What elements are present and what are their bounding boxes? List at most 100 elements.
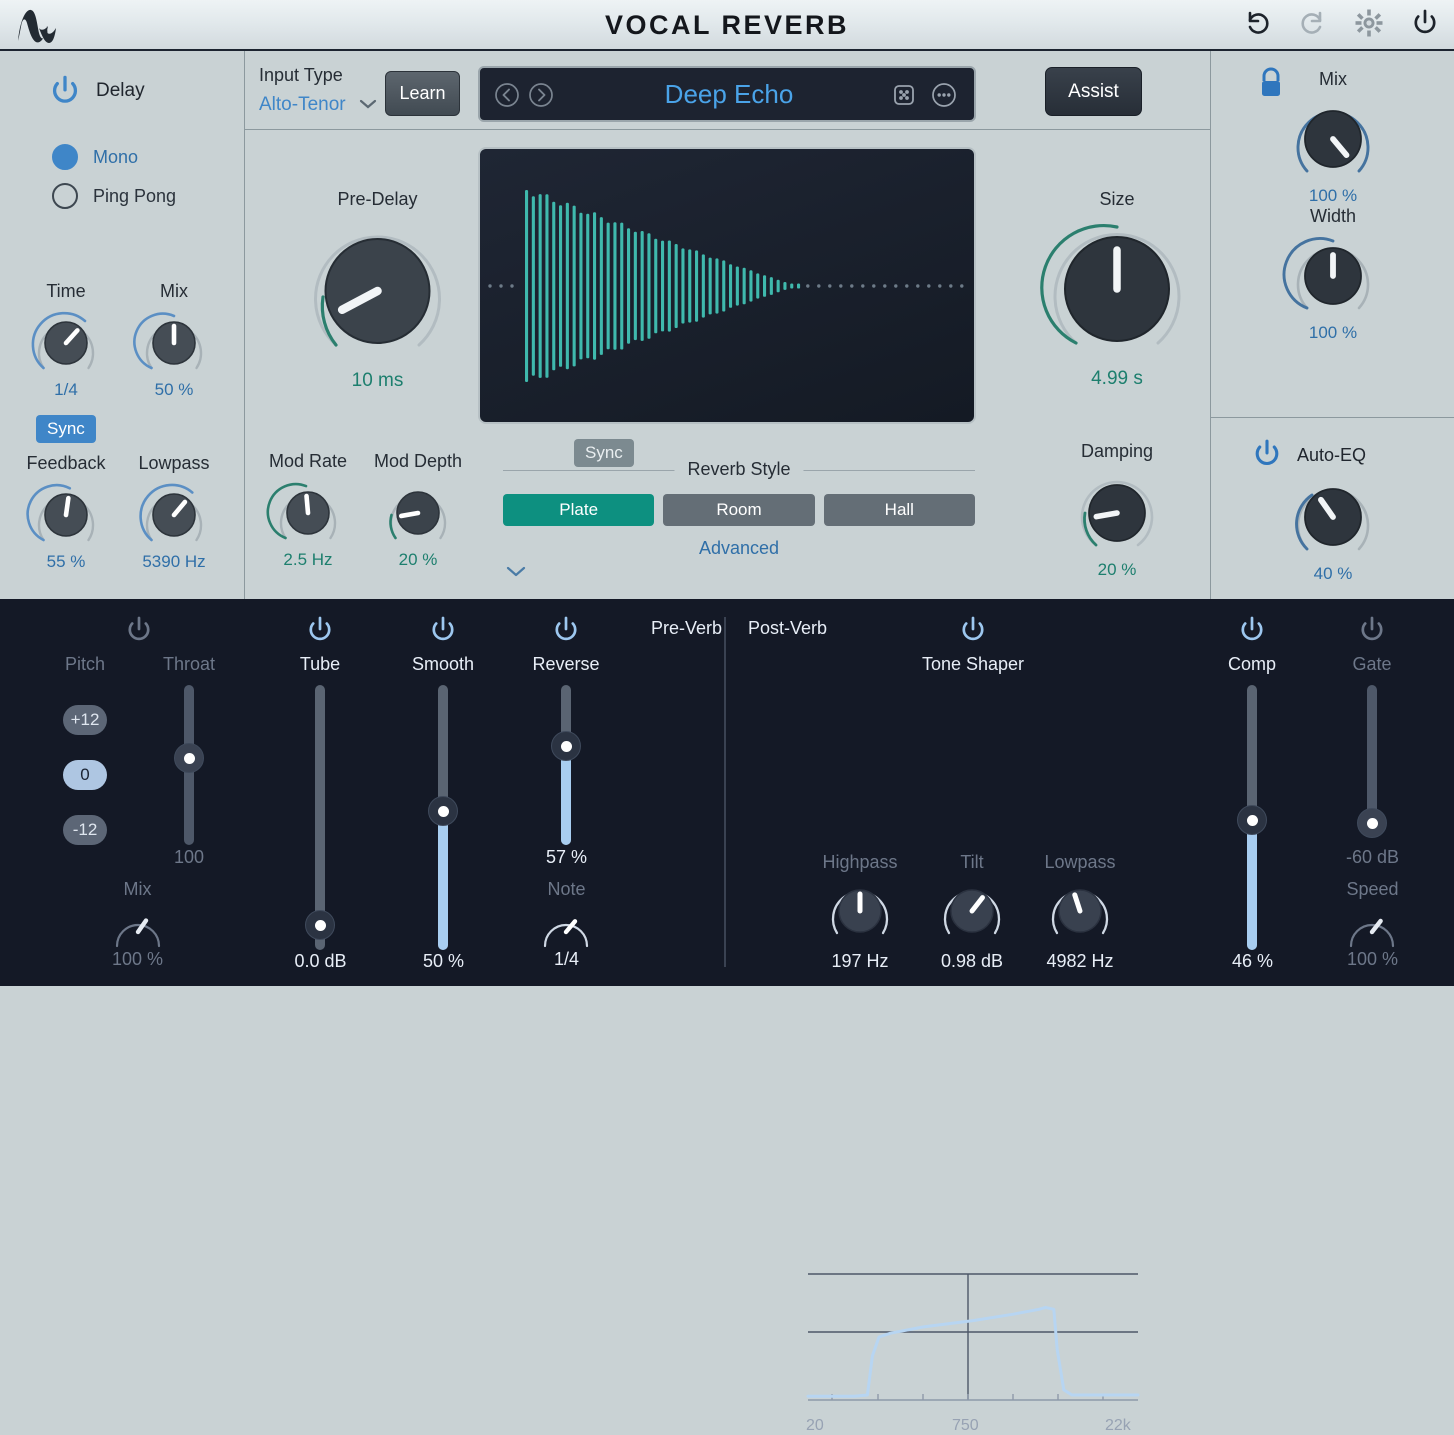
knob-dial[interactable] (128, 307, 220, 377)
reverse-value: 57 % (524, 847, 609, 868)
lowpass-label: Lowpass (1030, 852, 1130, 873)
gate-power-icon[interactable] (1357, 615, 1387, 645)
knob-size[interactable]: Size 4.99 s (1032, 189, 1202, 390)
tone-shaper-graph[interactable] (808, 1270, 1138, 1425)
gate-speed-value: 100 % (1330, 949, 1415, 970)
knob-lowpass-post[interactable] (1042, 877, 1118, 945)
chevron-double-down-icon[interactable] (503, 564, 975, 580)
tone-shaper-label: Tone Shaper (893, 654, 1053, 675)
input-type-dropdown[interactable]: Alto-Tenor (259, 86, 378, 116)
auto-eq-power-row[interactable]: Auto-EQ (1251, 438, 1366, 472)
knob-dial[interactable] (262, 477, 354, 547)
reverb-style-group: Reverb Style Plate Room Hall Advanced (503, 459, 975, 580)
knob-damping[interactable]: Damping 20 % (1043, 441, 1191, 580)
knob-feedback[interactable]: Feedback 55 % (20, 453, 112, 572)
knob-dial[interactable] (128, 479, 220, 549)
knob-dial[interactable] (1274, 232, 1392, 320)
tube-slider-handle[interactable] (305, 910, 335, 940)
learn-button[interactable]: Learn (385, 71, 460, 116)
power-icon[interactable] (1410, 8, 1440, 38)
delay-power-row[interactable]: Delay (48, 74, 145, 108)
gear-icon[interactable] (1354, 8, 1384, 38)
eq-axis-min: 20 (806, 1417, 824, 1435)
knob-dial[interactable] (1274, 95, 1392, 183)
reverse-power-icon[interactable] (551, 615, 581, 645)
pitch-option-down12[interactable]: -12 (63, 815, 107, 845)
delay-mode-pingpong[interactable]: Ping Pong (52, 183, 176, 209)
reverse-slider-handle[interactable] (551, 731, 581, 761)
reverse-note-value: 1/4 (524, 949, 609, 970)
delay-sync-button[interactable]: Sync (36, 415, 96, 443)
impulse-response-visualizer[interactable] (478, 147, 976, 424)
redo-icon[interactable] (1298, 8, 1328, 38)
tone-shaper-power-icon[interactable] (958, 615, 988, 645)
knob-dial[interactable] (1274, 473, 1392, 561)
style-button-plate[interactable]: Plate (503, 494, 654, 526)
undo-icon[interactable] (1242, 8, 1272, 38)
eq-curve-chart (808, 1270, 1138, 1425)
reverse-note-label: Note (524, 879, 609, 900)
power-icon[interactable] (1251, 438, 1285, 472)
knob-dial[interactable] (372, 477, 464, 547)
dice-randomize-icon[interactable] (891, 82, 917, 108)
smooth-slider-handle[interactable] (428, 796, 458, 826)
radio-icon[interactable] (52, 144, 78, 170)
pitch-option-zero[interactable]: 0 (63, 760, 107, 790)
knob-master-width[interactable]: Width 100 % (1274, 206, 1392, 343)
title-bar: VOCAL REVERB (0, 0, 1454, 51)
throat-slider-handle[interactable] (174, 743, 204, 773)
knob-time[interactable]: Time 1/4 (20, 281, 112, 400)
knob-mod-rate[interactable]: Mod Rate 2.5 Hz (262, 451, 354, 570)
knob-label: Mod Rate (262, 451, 354, 472)
gate-label: Gate (1322, 654, 1422, 675)
knob-label: Mix (1274, 69, 1392, 90)
reverb-style-header: Reverb Style (503, 459, 975, 481)
knob-dial[interactable] (1042, 877, 1118, 945)
gate-slider-handle[interactable] (1357, 808, 1387, 838)
knob-dial[interactable] (290, 215, 465, 367)
knob-predelay[interactable]: Pre-Delay 10 ms (290, 189, 465, 392)
knob-dial[interactable] (20, 307, 112, 377)
pitch-option-up12[interactable]: +12 (63, 705, 107, 735)
style-button-room[interactable]: Room (663, 494, 814, 526)
knob-value: 50 % (128, 380, 220, 400)
preset-bar: Deep Echo (478, 66, 976, 122)
gate-slider-track[interactable] (1367, 685, 1377, 825)
knob-tilt[interactable] (934, 877, 1010, 945)
advanced-link[interactable]: Advanced (503, 538, 975, 559)
knob-value: 10 ms (290, 370, 465, 392)
power-icon[interactable] (48, 74, 82, 108)
delay-mode-mono-label: Mono (93, 147, 138, 168)
pitch-mix-value: 100 % (100, 949, 175, 970)
page-title: VOCAL REVERB (0, 10, 1454, 41)
knob-lowpass[interactable]: Lowpass 5390 Hz (128, 453, 220, 572)
comp-slider-handle[interactable] (1237, 805, 1267, 835)
knob-value: 20 % (372, 550, 464, 570)
radio-icon[interactable] (52, 183, 78, 209)
comp-label: Comp (1202, 654, 1302, 675)
knob-value: 4.99 s (1032, 368, 1202, 390)
more-options-icon[interactable] (931, 82, 957, 108)
comp-value: 46 % (1210, 951, 1295, 972)
knob-delay-mix[interactable]: Mix 50 % (128, 281, 220, 400)
knob-auto-eq[interactable]: 40 % (1274, 473, 1392, 584)
chevron-down-icon[interactable] (358, 98, 378, 110)
comp-power-icon[interactable] (1237, 615, 1267, 645)
knob-master-mix[interactable]: Mix 100 % (1274, 69, 1392, 206)
assist-button[interactable]: Assist (1045, 67, 1142, 116)
delay-mode-mono[interactable]: Mono (52, 144, 138, 170)
knob-dial[interactable] (20, 479, 112, 549)
knob-mod-depth[interactable]: Mod Depth 20 % (372, 451, 464, 570)
input-type-group: Input Type Alto-Tenor (259, 65, 378, 116)
knob-dial[interactable] (1032, 215, 1202, 365)
knob-dial[interactable] (822, 877, 898, 945)
style-button-hall[interactable]: Hall (824, 494, 975, 526)
knob-highpass[interactable] (822, 877, 898, 945)
knob-dial[interactable] (934, 877, 1010, 945)
smooth-power-icon[interactable] (428, 615, 458, 645)
throat-power-icon[interactable] (124, 615, 154, 645)
delay-label: Delay (96, 80, 145, 102)
knob-dial[interactable] (1043, 467, 1191, 557)
knob-label: Pre-Delay (290, 189, 465, 210)
tube-power-icon[interactable] (305, 615, 335, 645)
